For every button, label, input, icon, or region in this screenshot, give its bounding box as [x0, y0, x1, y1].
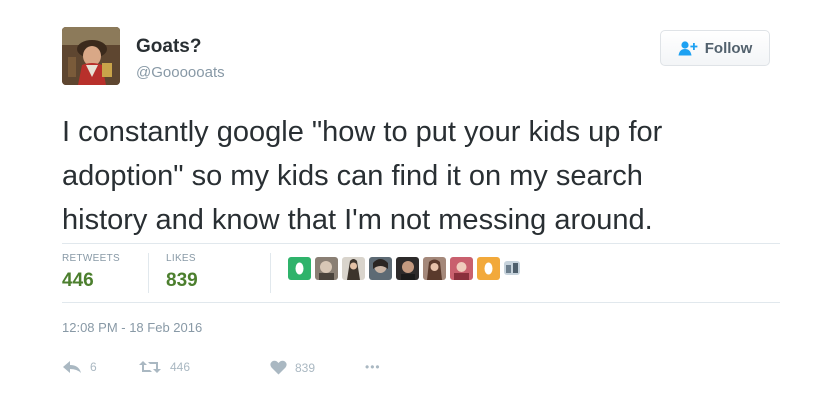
liker-avatar[interactable]	[477, 257, 500, 280]
liker-avatar[interactable]	[396, 257, 419, 280]
liker-avatar[interactable]	[369, 257, 392, 280]
divider	[62, 302, 780, 303]
more-options-button[interactable]: •••	[365, 360, 381, 374]
liker-avatar[interactable]	[315, 257, 338, 280]
retweets-label: RETWEETS	[62, 253, 120, 264]
reply-icon	[62, 360, 82, 374]
liker-avatar[interactable]	[504, 261, 520, 275]
likes-count[interactable]: 839	[166, 270, 198, 292]
heart-icon	[270, 360, 287, 375]
like-action[interactable]: 839	[270, 360, 315, 375]
avatar[interactable]	[62, 27, 120, 85]
more-icon: •••	[365, 360, 381, 374]
display-name[interactable]: Goats?	[136, 36, 201, 58]
retweet-icon	[138, 360, 162, 374]
follow-button-label: Follow	[704, 39, 753, 57]
stat-separator	[270, 253, 271, 293]
liker-avatars	[288, 257, 520, 280]
retweet-count: 446	[170, 360, 191, 374]
reply-action[interactable]: 6	[62, 360, 97, 374]
tweet-text: I constantly google "how to put your kid…	[62, 116, 663, 236]
liker-avatar[interactable]	[288, 257, 311, 280]
liker-avatar[interactable]	[423, 257, 446, 280]
user-handle[interactable]: @Goooooats	[136, 64, 225, 81]
tweet-timestamp[interactable]: 12:08 PM - 18 Feb 2016	[62, 320, 202, 335]
liker-avatar[interactable]	[450, 257, 473, 280]
retweet-action[interactable]: 446	[138, 360, 190, 374]
add-user-icon	[678, 40, 698, 56]
likes-label: LIKES	[166, 253, 196, 264]
tweet-card: Goats? @Goooooats Follow I constantly go…	[0, 0, 822, 403]
divider	[62, 243, 780, 244]
stat-separator	[148, 253, 149, 293]
like-count: 839	[295, 360, 316, 375]
avatar-image	[62, 27, 120, 85]
liker-avatar[interactable]	[342, 257, 365, 280]
follow-button[interactable]: Follow	[660, 30, 770, 66]
reply-count: 6	[90, 360, 97, 374]
retweets-count[interactable]: 446	[62, 270, 94, 292]
